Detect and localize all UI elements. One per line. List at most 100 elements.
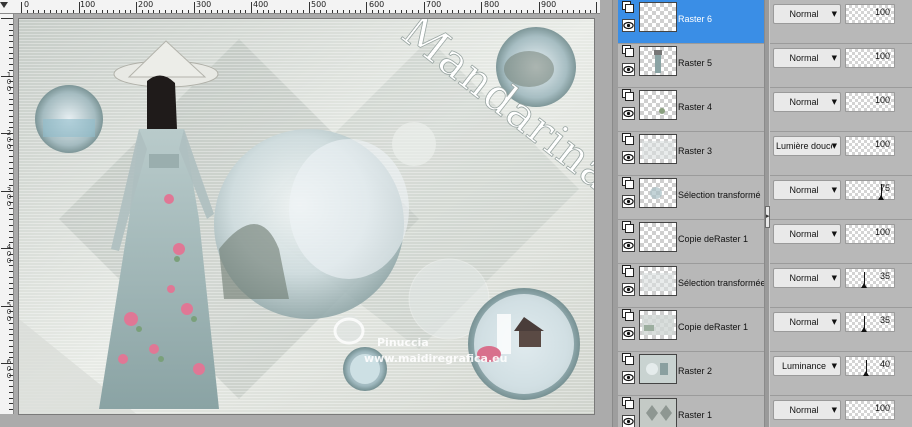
palette-splitter[interactable]: ▸ <box>764 0 770 427</box>
layer-thumbnail[interactable] <box>639 266 677 296</box>
opacity-value: 35 <box>879 271 890 281</box>
layer-icons <box>622 221 636 261</box>
opacity-slider[interactable]: 40 <box>845 356 895 376</box>
layer-item[interactable]: Raster 6 <box>618 0 764 43</box>
blend-mode-value: Normal <box>789 53 819 63</box>
chevron-down-icon: ▼ <box>831 10 837 18</box>
visibility-eye-icon[interactable] <box>622 107 635 120</box>
layer-group-icon[interactable] <box>622 133 634 146</box>
layer-properties: Normal ▼ 100 <box>770 44 912 87</box>
blend-mode-dropdown[interactable]: Luminance ▼ <box>773 356 841 376</box>
visibility-eye-icon[interactable] <box>622 415 635 427</box>
opacity-slider[interactable]: 35 <box>845 268 895 288</box>
opacity-value: 100 <box>874 227 890 237</box>
visibility-eye-icon[interactable] <box>622 327 635 340</box>
blend-mode-value: Luminance <box>781 361 827 371</box>
layer-icons <box>622 309 636 349</box>
blend-mode-dropdown[interactable]: Lumière douce ▼ <box>773 136 841 156</box>
layer-thumbnail[interactable] <box>639 354 677 384</box>
opacity-slider[interactable]: 100 <box>845 136 895 156</box>
visibility-eye-icon[interactable] <box>622 63 635 76</box>
layer-thumbnail[interactable] <box>639 2 677 32</box>
blend-mode-dropdown[interactable]: Normal ▼ <box>773 4 841 24</box>
ruler-top-label: 100 <box>80 0 96 9</box>
visibility-eye-icon[interactable] <box>622 239 635 252</box>
layer-item[interactable]: Sélection transformé <box>618 176 764 219</box>
visibility-eye-icon[interactable] <box>622 195 635 208</box>
layer-thumbnail[interactable] <box>639 90 677 120</box>
opacity-slider[interactable]: 35 <box>845 312 895 332</box>
ruler-top-label: 0 <box>24 0 30 9</box>
layer-item[interactable]: Raster 2 <box>618 352 764 395</box>
layer-group-icon[interactable] <box>622 397 634 410</box>
layer-name: Raster 3 <box>678 146 713 156</box>
layer-group-icon[interactable] <box>622 309 634 322</box>
layer-icons <box>622 265 636 305</box>
layer-item[interactable]: Raster 4 <box>618 88 764 131</box>
layer-name: Raster 1 <box>678 410 713 420</box>
layer-group-icon[interactable] <box>622 353 634 366</box>
chevron-down-icon: ▼ <box>831 406 837 414</box>
layer-group-icon[interactable] <box>622 177 634 190</box>
layer-properties: Normal ▼ 75 <box>770 176 912 219</box>
layer-group-icon[interactable] <box>622 45 634 58</box>
visibility-eye-icon[interactable] <box>622 371 635 384</box>
layer-name: Sélection transformé <box>678 190 761 200</box>
ruler-left-label: 600 <box>6 358 12 380</box>
splitter-handle[interactable]: ▸ <box>765 206 770 228</box>
image-canvas[interactable]: Mandarina Pinuccia www.maidiregrafica.eu <box>18 18 595 415</box>
blend-mode-dropdown[interactable]: Normal ▼ <box>773 268 841 288</box>
blend-mode-dropdown[interactable]: Normal ▼ <box>773 92 841 112</box>
layer-group-icon[interactable] <box>622 221 634 234</box>
opacity-slider[interactable]: 100 <box>845 48 895 68</box>
opacity-slider[interactable]: 100 <box>845 400 895 420</box>
ruler-top-label: 600 <box>369 0 385 9</box>
layer-name: Raster 2 <box>678 366 713 376</box>
blend-mode-dropdown[interactable]: Normal ▼ <box>773 48 841 68</box>
layer-thumbnail[interactable] <box>639 178 677 208</box>
layer-icons <box>622 133 636 173</box>
layer-properties: Lumière douce ▼ 100 <box>770 132 912 175</box>
visibility-eye-icon[interactable] <box>622 283 635 296</box>
layer-group-icon[interactable] <box>622 265 634 278</box>
watermark-url: www.maidiregrafica.eu <box>364 352 507 365</box>
layer-group-icon[interactable] <box>622 89 634 102</box>
visibility-eye-icon[interactable] <box>622 19 635 32</box>
opacity-slider[interactable]: 100 <box>845 4 895 24</box>
opacity-slider[interactable]: 100 <box>845 224 895 244</box>
layer-name: Copie deRaster 1 <box>678 234 749 244</box>
ruler-top-label: 200 <box>138 0 154 9</box>
blend-mode-value: Normal <box>789 97 819 107</box>
layer-item[interactable]: Raster 3 <box>618 132 764 175</box>
blend-mode-dropdown[interactable]: Normal ▼ <box>773 180 841 200</box>
blend-mode-dropdown[interactable]: Normal ▼ <box>773 400 841 420</box>
layer-item[interactable]: Raster 1 <box>618 396 764 427</box>
opacity-slider[interactable]: 75 <box>845 180 895 200</box>
layer-item[interactable]: Copie deRaster 1 <box>618 308 764 351</box>
layer-item[interactable]: Raster 5 <box>618 44 764 87</box>
layer-item[interactable]: Copie deRaster 1 <box>618 220 764 263</box>
layer-thumbnail[interactable] <box>639 46 677 76</box>
layer-item[interactable]: Sélection transformée <box>618 264 766 307</box>
opacity-value: 100 <box>874 95 890 105</box>
blend-mode-dropdown[interactable]: Normal ▼ <box>773 224 841 244</box>
layer-thumbnail[interactable] <box>639 134 677 164</box>
blend-mode-value: Normal <box>789 405 819 415</box>
layer-thumbnail[interactable] <box>639 398 677 427</box>
chevron-down-icon: ▼ <box>831 230 837 238</box>
layer-thumbnail[interactable] <box>639 222 677 252</box>
canvas-area: 0 100 200 300 400 500 600 700 800 900 10… <box>0 0 612 427</box>
layer-icons <box>622 1 636 41</box>
visibility-eye-icon[interactable] <box>622 151 635 164</box>
layer-name: Sélection transformée <box>678 278 766 288</box>
chevron-down-icon: ▼ <box>831 98 837 106</box>
ruler-left-label: 200 <box>6 129 12 151</box>
layer-thumbnail[interactable] <box>639 310 677 340</box>
ruler-top: 0 100 200 300 400 500 600 700 800 900 <box>0 0 600 14</box>
opacity-slider[interactable]: 100 <box>845 92 895 112</box>
ruler-left: 100 200 300 400 500 600 <box>0 14 14 414</box>
layer-properties: Normal ▼ 100 <box>770 88 912 131</box>
blend-mode-dropdown[interactable]: Normal ▼ <box>773 312 841 332</box>
opacity-value: 40 <box>879 359 890 369</box>
layer-group-icon[interactable] <box>622 1 634 14</box>
